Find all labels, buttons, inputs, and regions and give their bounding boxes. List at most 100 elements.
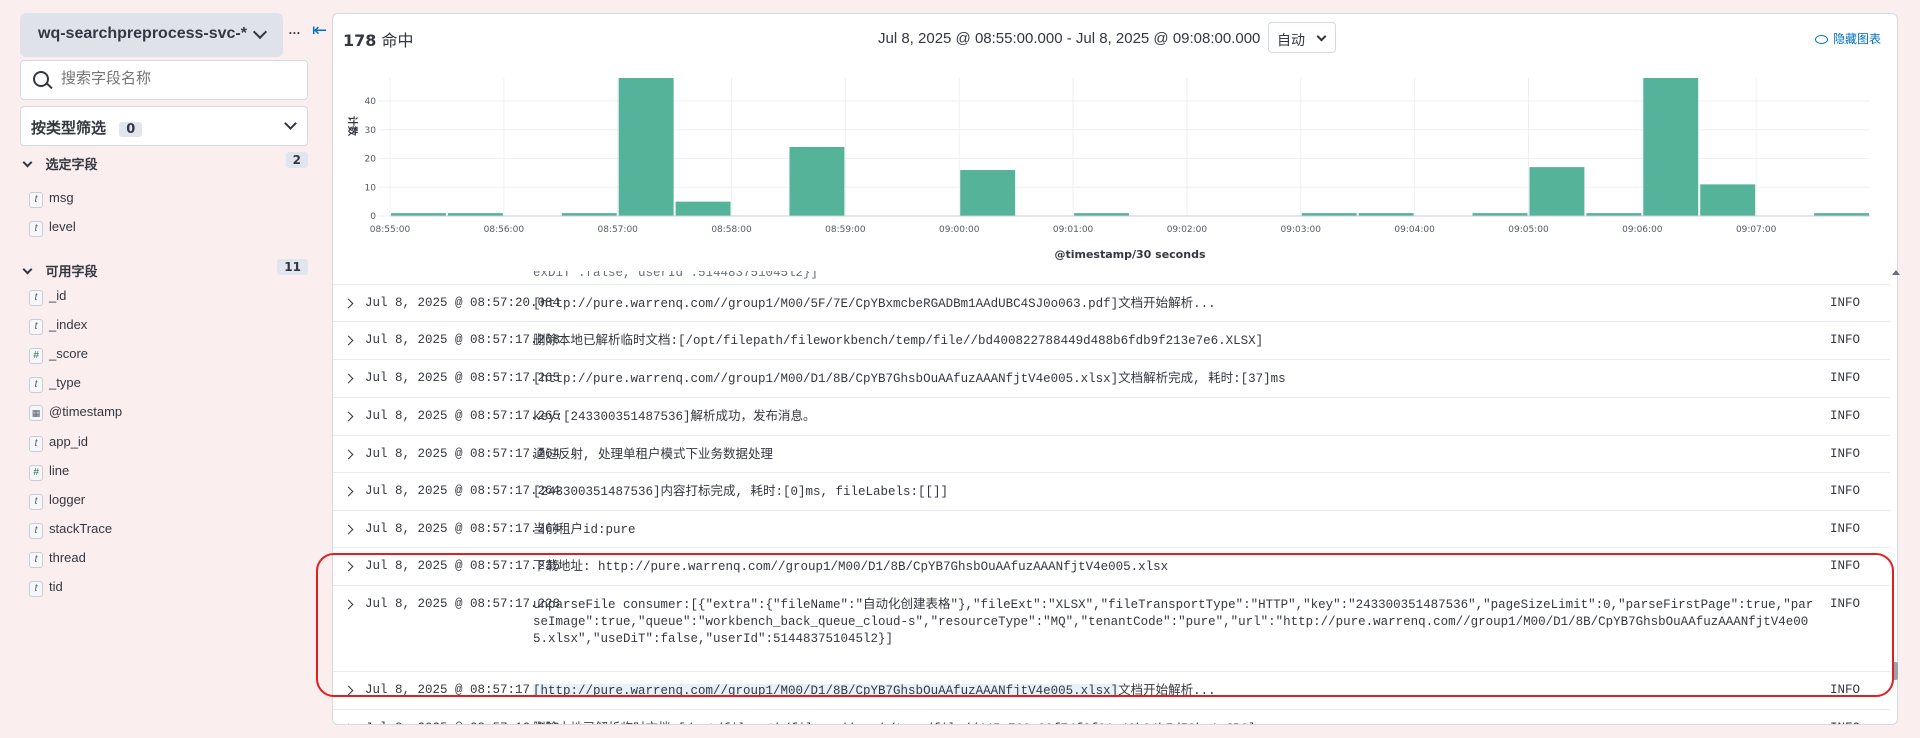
hide-chart-button[interactable]: 隐藏图表 — [1814, 30, 1881, 47]
selected-fields-header[interactable]: 选定字段 2 — [22, 152, 308, 173]
collapse-sidebar-icon[interactable]: ⇤ — [312, 20, 327, 41]
table-row[interactable]: Jul 8, 2025 @ 08:57:17.264 当前租户id:pure INF… — [333, 511, 1890, 548]
available-fields-header[interactable]: 可用字段 11 — [22, 259, 308, 280]
date-type-icon: ▦ — [29, 405, 43, 422]
field-item[interactable]: ▦ @timestamp — [29, 404, 122, 424]
field-item[interactable]: t app_id — [29, 434, 88, 454]
field-name: _score — [49, 346, 89, 362]
number-type-icon: # — [29, 348, 43, 365]
expand-row-icon[interactable] — [343, 411, 354, 422]
data-view-label: wq-searchpreprocess-svc-* — [38, 25, 247, 42]
table-scrollbar[interactable] — [1892, 270, 1900, 692]
row-timestamp: Jul 8, 2025 @ 08:57:17.265 — [365, 371, 561, 385]
field-item[interactable]: t level — [29, 219, 76, 239]
x-tick-label: 09:06:00 — [1622, 225, 1663, 235]
field-item[interactable]: t logger — [29, 492, 85, 512]
row-level: INFO — [1830, 447, 1861, 461]
table-row[interactable]: Jul 8, 2025 @ 08:57:17.264 通过反射, 处理单租户模式下… — [333, 436, 1890, 473]
row-level: INFO — [1830, 409, 1861, 423]
table-row[interactable]: Jul 8, 2025 @ 08:57:17.265 key:[243300351… — [333, 398, 1890, 436]
expand-row-icon[interactable] — [343, 298, 354, 309]
histogram-bar — [1643, 78, 1699, 216]
selected-fields-label: 选定字段 — [45, 158, 98, 173]
table-row[interactable]: Jul 8, 2025 @ 08:57:17.268 删除本地已解析临时文档:[/… — [333, 322, 1890, 360]
table-row[interactable]: Jul 8, 2025 @ 08:57:17.265 [http://pure.w… — [333, 360, 1890, 398]
string-type-icon: t — [29, 319, 43, 336]
chevron-down-icon — [252, 24, 268, 40]
table-row[interactable]: Jul 8, 2025 @ 08:57:17.228 unparseFile co… — [333, 586, 1890, 672]
expand-row-icon[interactable] — [343, 373, 354, 384]
field-item[interactable]: t tid — [29, 579, 63, 599]
table-row[interactable]: Jul 8, 2025 @ 08:57:17.264 [2433003514875… — [333, 473, 1890, 511]
expand-row-icon[interactable] — [343, 449, 354, 460]
field-item[interactable]: t thread — [29, 550, 86, 570]
histogram-bar — [1700, 184, 1756, 216]
x-tick-label: 08:57:00 — [597, 225, 638, 235]
row-message: 通过反射, 处理单租户模式下业务数据处理 — [533, 448, 774, 462]
document-table: exDiT":false,"userId":514483751045l2}] J… — [333, 271, 1897, 724]
row-message: [http://pure.warrenq.com//group1/M00/D1/… — [533, 683, 1818, 700]
expand-row-icon[interactable] — [343, 723, 354, 724]
type-filter-button[interactable]: 按类型筛选 0 — [20, 106, 308, 146]
table-row[interactable]: Jul 8, 2025 @ 08:57:17.235 下载地址: http://p… — [333, 548, 1890, 586]
field-name: _type — [49, 375, 81, 391]
row-message: 下载地址: http://pure.warrenq.com//group1/M0… — [533, 560, 1169, 574]
field-name: logger — [49, 491, 86, 507]
string-type-icon: t — [29, 581, 43, 597]
more-options-icon[interactable]: ∙∙∙ — [288, 23, 301, 41]
scrollbar-thumb[interactable] — [1893, 662, 1898, 680]
field-name: msg — [49, 190, 74, 205]
table-row[interactable]: Jul 8, 2025 @ 08:57:16.980删除本地已解析临时文档:[/… — [333, 710, 1890, 724]
row-timestamp: Jul 8, 2025 @ 08:57:17.228 — [365, 597, 561, 611]
expand-row-icon[interactable] — [343, 561, 354, 572]
row-level: INFO — [1830, 559, 1861, 573]
hits-label: 命中 — [381, 31, 414, 50]
x-tick-label: 08:55:00 — [370, 225, 411, 235]
expand-row-icon[interactable] — [343, 599, 354, 610]
row-level: INFO — [1830, 333, 1861, 347]
expand-row-icon[interactable] — [343, 685, 354, 696]
hits-count: 178 — [343, 31, 377, 50]
y-tick-label: 40 — [365, 97, 377, 107]
x-tick-label: 08:58:00 — [711, 225, 752, 235]
field-search-box[interactable] — [20, 60, 308, 100]
field-item[interactable]: t _type — [29, 375, 81, 395]
chevron-down-icon — [22, 157, 33, 168]
row-timestamp: Jul 8, 2025 @ 08:57:17.264 — [365, 484, 561, 498]
available-fields-label: 可用字段 — [45, 265, 98, 280]
row-level: INFO — [1830, 484, 1861, 498]
field-name: app_id — [49, 433, 89, 449]
expand-row-icon[interactable] — [343, 486, 354, 497]
string-type-icon: t — [29, 221, 43, 237]
highlighted-text: [http://pure.warrenq.com//group1/M00/D1/… — [533, 684, 1119, 698]
expand-row-icon[interactable] — [343, 335, 354, 346]
row-message: 删除本地已解析临时文档:[/opt/filepath/fileworkbench… — [533, 334, 1264, 348]
field-name: @timestamp — [49, 404, 123, 420]
field-name: _id — [49, 288, 67, 303]
string-type-icon: t — [29, 377, 43, 394]
field-search-input[interactable] — [61, 69, 291, 87]
field-item[interactable]: t _id — [29, 288, 66, 308]
row-timestamp: Jul 8, 2025 @ 08:57:17.265 — [365, 409, 561, 423]
field-item[interactable]: # _score — [29, 346, 88, 366]
sidebar: wq-searchpreprocess-svc-* ∙∙∙ ⇤ 按类型筛选 0 … — [12, 10, 342, 738]
interval-select[interactable]: 自动 — [1268, 22, 1336, 53]
field-item[interactable]: # line — [29, 463, 69, 483]
app-frame: wq-searchpreprocess-svc-* ∙∙∙ ⇤ 按类型筛选 0 … — [0, 0, 1920, 738]
x-tick-label: 09:04:00 — [1394, 225, 1435, 235]
scroll-up-icon[interactable] — [1892, 270, 1900, 275]
row-level: INFO — [1830, 296, 1861, 310]
data-view-selector[interactable]: wq-searchpreprocess-svc-* — [20, 13, 283, 57]
field-item[interactable]: t stackTrace — [29, 521, 112, 541]
field-name: level — [49, 219, 76, 234]
field-item[interactable]: t _index — [29, 317, 87, 337]
row-timestamp: Jul 8, 2025 @ 08:57:17.228 — [365, 683, 561, 697]
x-tick-label: 08:59:00 — [825, 225, 866, 235]
table-row[interactable]: Jul 8, 2025 @ 08:57:20.084 [http://pure.w… — [333, 285, 1890, 322]
field-name: stackTrace — [49, 520, 113, 536]
field-item[interactable]: t msg — [29, 190, 74, 210]
row-level: INFO — [1830, 597, 1861, 611]
table-row[interactable]: Jul 8, 2025 @ 08:57:17.228 [http://pure.w… — [333, 672, 1890, 710]
row-message-rest: 文档开始解析... — [1118, 684, 1216, 698]
expand-row-icon[interactable] — [343, 524, 354, 535]
